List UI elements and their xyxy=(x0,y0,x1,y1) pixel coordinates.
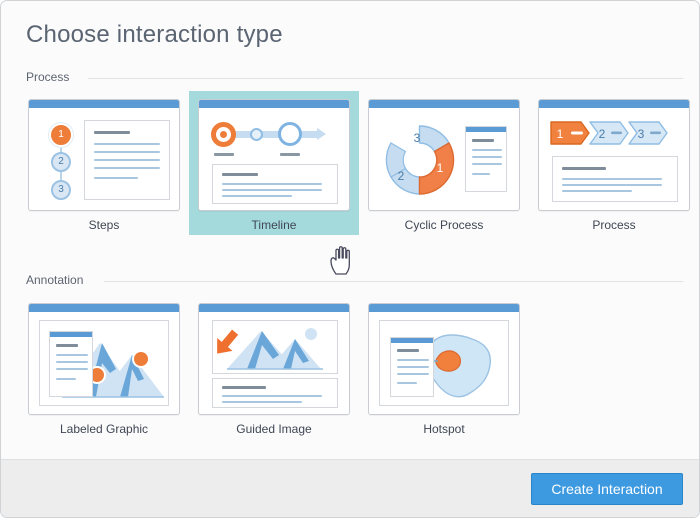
timeline-marker-small xyxy=(250,128,263,141)
steps-icon: 1 2 3 xyxy=(29,108,179,210)
guided-image-text-panel xyxy=(212,378,338,408)
card-thumbnail-guided-image xyxy=(198,303,350,415)
guided-image-icon xyxy=(199,312,349,414)
section-divider xyxy=(88,78,683,79)
card-label-process: Process xyxy=(592,218,636,232)
card-thumbnail-steps: 1 2 3 xyxy=(28,99,180,211)
timeline-marker-large xyxy=(278,122,302,146)
pointing-hand-cursor xyxy=(328,244,356,276)
card-label-steps: Steps xyxy=(88,218,120,232)
card-label-labeled-graphic: Labeled Graphic xyxy=(59,422,149,436)
step-number-2: 2 xyxy=(51,152,71,172)
card-thumbnail-cyclic-process: 1 2 3 xyxy=(368,99,520,211)
card-titlebar xyxy=(29,304,179,312)
timeline-icon xyxy=(199,108,349,210)
process-text-panel xyxy=(552,156,678,202)
cyclic-number-2: 2 xyxy=(398,169,405,183)
section-divider xyxy=(104,281,683,282)
hotspot-icon xyxy=(369,312,519,414)
process-number-2: 2 xyxy=(599,127,606,141)
timeline-text-panel xyxy=(212,164,338,204)
cyclic-process-icon: 1 2 3 xyxy=(369,108,519,210)
card-titlebar xyxy=(199,304,349,312)
card-titlebar xyxy=(29,100,179,108)
section-header-process: Process xyxy=(26,70,683,86)
card-thumbnail-process: 1 2 3 xyxy=(538,99,690,211)
timeline-marker-active xyxy=(211,122,236,147)
card-label-timeline: Timeline xyxy=(251,218,297,232)
card-cyclic-process[interactable]: 1 2 3 Cyclic Process xyxy=(359,91,529,235)
step-number-3: 3 xyxy=(51,180,71,200)
card-thumbnail-hotspot xyxy=(368,303,520,415)
cyclic-text-panel xyxy=(465,126,507,192)
cyclic-number-1: 1 xyxy=(437,161,444,175)
card-titlebar xyxy=(369,100,519,108)
card-titlebar xyxy=(199,100,349,108)
card-guided-image[interactable]: Guided Image xyxy=(189,295,359,439)
process-icon: 1 2 3 xyxy=(539,108,689,210)
page-title: Choose interaction type xyxy=(26,21,283,48)
card-hotspot[interactable]: Hotspot xyxy=(359,295,529,439)
section-label-process: Process xyxy=(26,70,78,84)
card-thumbnail-labeled-graphic xyxy=(28,303,180,415)
step-number-1: 1 xyxy=(49,123,73,147)
section-label-annotation: Annotation xyxy=(26,273,92,287)
dialog-titlebar: Choose interaction type xyxy=(1,1,699,61)
dialog-footer: Create Interaction xyxy=(1,459,699,517)
steps-text-panel xyxy=(84,120,170,200)
card-steps[interactable]: 1 2 3 Steps xyxy=(19,91,189,235)
card-process[interactable]: 1 2 3 Process xyxy=(529,91,699,235)
choose-interaction-dialog: Choose interaction type Process 1 2 3 St… xyxy=(0,0,700,518)
process-number-1: 1 xyxy=(557,127,564,141)
card-label-hotspot: Hotspot xyxy=(423,422,465,436)
create-interaction-button[interactable]: Create Interaction xyxy=(531,473,683,505)
card-titlebar xyxy=(369,304,519,312)
card-timeline[interactable]: Timeline xyxy=(189,91,359,235)
card-thumbnail-timeline xyxy=(198,99,350,211)
process-number-3: 3 xyxy=(638,127,645,141)
card-label-guided-image: Guided Image xyxy=(236,422,312,436)
cyclic-number-3: 3 xyxy=(414,131,421,145)
card-labeled-graphic[interactable]: Labeled Graphic xyxy=(19,295,189,439)
card-titlebar xyxy=(539,100,689,108)
card-label-cyclic-process: Cyclic Process xyxy=(404,218,484,232)
labeled-graphic-icon xyxy=(29,312,179,414)
